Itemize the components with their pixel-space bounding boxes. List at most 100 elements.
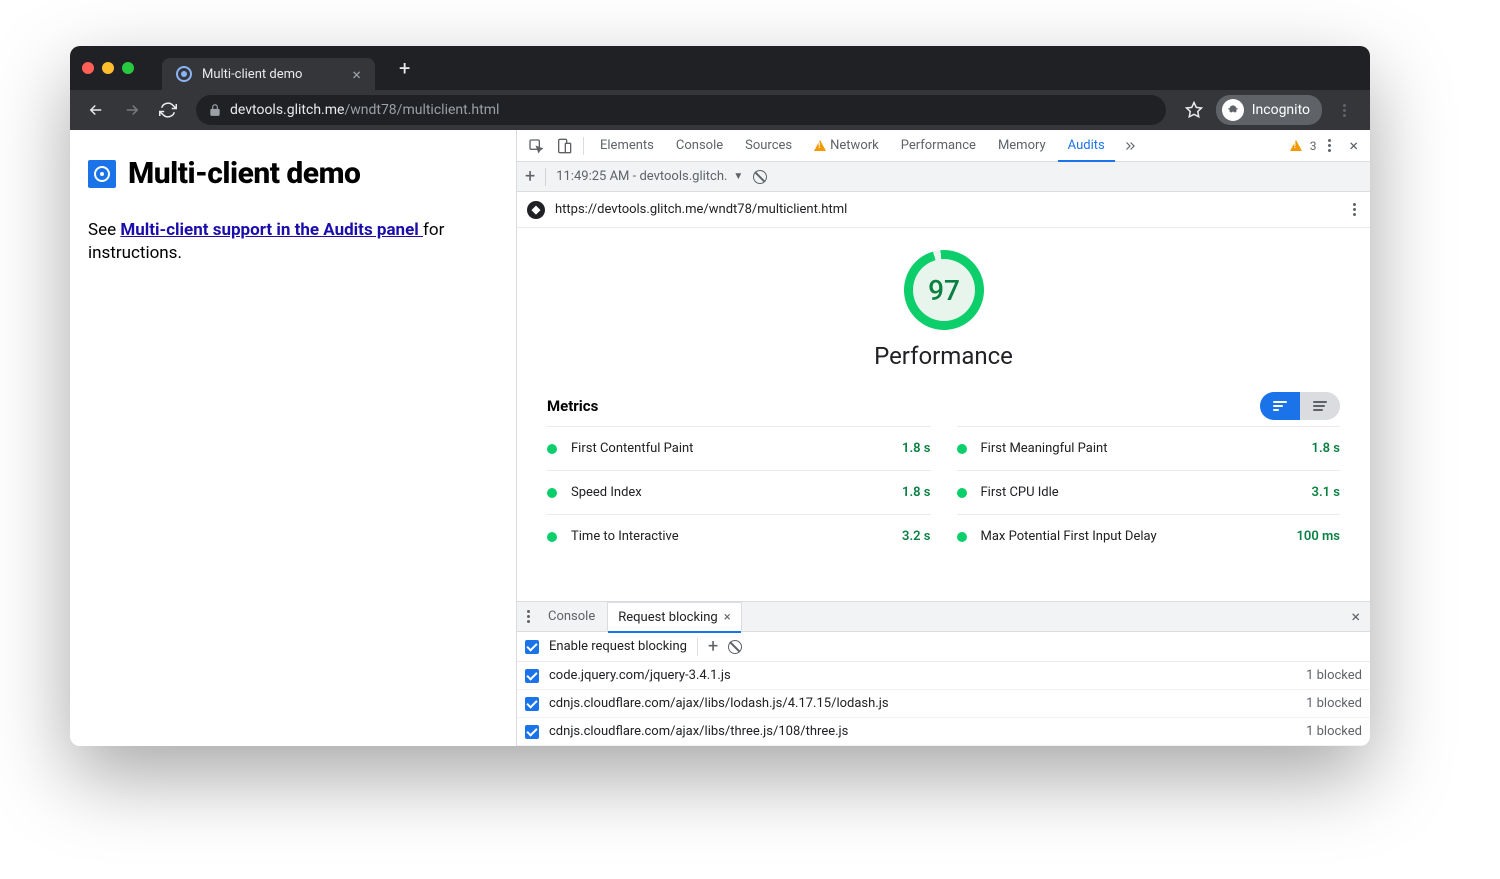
enable-request-blocking-checkbox[interactable] [525, 640, 539, 654]
forward-button[interactable] [116, 94, 148, 126]
pattern-url: cdnjs.cloudflare.com/ajax/libs/three.js/… [549, 724, 848, 739]
pattern-checkbox[interactable] [525, 725, 539, 739]
view-toggle-compact[interactable] [1260, 392, 1300, 420]
tab-sources[interactable]: Sources [735, 130, 802, 162]
enable-request-blocking-label: Enable request blocking [549, 639, 687, 654]
devtools-close-button[interactable]: × [1343, 132, 1364, 159]
audit-target-url: https://devtools.glitch.me/wndt78/multic… [555, 202, 847, 217]
tab-elements[interactable]: Elements [590, 130, 664, 162]
audits-toolbar: + 11:49:25 AM - devtools.glitch. ▼ [517, 162, 1370, 192]
tab-performance[interactable]: Performance [891, 130, 986, 162]
metric-name: First Meaningful Paint [981, 441, 1108, 456]
new-audit-button[interactable]: + [525, 166, 535, 187]
new-tab-button[interactable]: + [391, 52, 418, 84]
caret-down-icon: ▼ [733, 171, 743, 182]
metric-value: 1.8 s [902, 441, 930, 456]
page-paragraph: See Multi-client support in the Audits p… [88, 219, 498, 265]
tab-title: Multi-client demo [202, 67, 302, 82]
performance-label: Performance [874, 342, 1013, 370]
drawer-menu-button[interactable] [521, 606, 536, 627]
tab-memory[interactable]: Memory [988, 130, 1056, 162]
metric-status-dot [547, 532, 557, 542]
remove-all-patterns-button[interactable] [728, 640, 742, 654]
lighthouse-icon: ◆ [527, 201, 545, 219]
metric-value: 3.1 s [1312, 485, 1340, 500]
incognito-icon [1222, 99, 1244, 121]
blocked-patterns-list: code.jquery.com/jquery-3.4.1.js1 blocked… [517, 662, 1370, 746]
reload-button[interactable] [152, 94, 184, 126]
tab-console[interactable]: Console [666, 130, 733, 162]
close-window-button[interactable] [82, 62, 94, 74]
tab-audits[interactable]: Audits [1058, 130, 1115, 162]
tab-network[interactable]: Network [804, 130, 889, 162]
devtools-menu-button[interactable] [1324, 135, 1335, 156]
browser-menu-button[interactable] [1328, 94, 1360, 126]
minimize-window-button[interactable] [102, 62, 114, 74]
blocked-pattern-row[interactable]: cdnjs.cloudflare.com/ajax/libs/three.js/… [517, 718, 1370, 746]
device-toolbar-button[interactable] [551, 133, 577, 159]
metric-row[interactable]: Max Potential First Input Delay100 ms [957, 514, 1341, 558]
metric-status-dot [957, 532, 967, 542]
audit-run-selector[interactable]: 11:49:25 AM - devtools.glitch. ▼ [556, 169, 743, 184]
more-tabs-button[interactable] [1117, 133, 1143, 159]
browser-window: Multi-client demo × + devtools.glitch.me… [70, 46, 1370, 746]
metric-status-dot [957, 444, 967, 454]
drawer-tab-console[interactable]: Console [538, 602, 605, 632]
metrics-view-toggle [1260, 392, 1340, 420]
metric-row[interactable]: Time to Interactive 3.2 s [547, 514, 931, 558]
devtools-tabbar: Elements Console Sources Network Perform… [517, 130, 1370, 162]
incognito-badge[interactable]: Incognito [1216, 95, 1322, 125]
audit-target-row: ◆ https://devtools.glitch.me/wndt78/mult… [517, 192, 1370, 228]
clear-audit-button[interactable] [753, 170, 767, 184]
metric-value: 3.2 s [902, 529, 930, 544]
address-bar: devtools.glitch.me/wndt78/multiclient.ht… [70, 90, 1370, 130]
metric-status-dot [547, 488, 557, 498]
metric-row[interactable]: First Meaningful Paint 1.8 s [957, 426, 1341, 470]
metrics-heading: Metrics [547, 397, 598, 415]
blocked-pattern-row[interactable]: cdnjs.cloudflare.com/ajax/libs/lodash.js… [517, 690, 1370, 718]
performance-score: 97 [928, 274, 960, 307]
metrics-grid: First Contentful Paint1.8 sFirst Meaning… [547, 426, 1340, 558]
metric-name: Speed Index [571, 485, 642, 500]
metric-value: 100 ms [1297, 529, 1341, 544]
view-toggle-detailed[interactable] [1300, 392, 1340, 420]
metric-row[interactable]: First Contentful Paint 1.8 s [547, 426, 931, 470]
page-content: Multi-client demo See Multi-client suppo… [70, 130, 517, 746]
favicon-icon [176, 66, 192, 82]
back-button[interactable] [80, 94, 112, 126]
browser-tab[interactable]: Multi-client demo × [162, 58, 375, 90]
incognito-label: Incognito [1252, 102, 1310, 118]
page-logo-icon [88, 160, 116, 188]
drawer-tab-request-blocking[interactable]: Request blocking × [607, 602, 741, 632]
warning-icon [1290, 140, 1302, 151]
drawer-tabbar: Console Request blocking × × [517, 602, 1370, 632]
page-link[interactable]: Multi-client support in the Audits panel [120, 220, 423, 240]
blocked-pattern-row[interactable]: code.jquery.com/jquery-3.4.1.js1 blocked [517, 662, 1370, 690]
lock-icon [208, 103, 222, 117]
devtools-panel: Elements Console Sources Network Perform… [517, 130, 1370, 746]
bookmark-button[interactable] [1178, 94, 1210, 126]
pattern-url: cdnjs.cloudflare.com/ajax/libs/lodash.js… [549, 696, 889, 711]
metric-name: First Contentful Paint [571, 441, 693, 456]
add-pattern-button[interactable]: + [708, 636, 718, 657]
metric-row[interactable]: Speed Index1.8 s [547, 470, 931, 514]
pattern-blocked-count: 1 blocked [1306, 668, 1362, 683]
metric-name: First CPU Idle [981, 485, 1059, 500]
maximize-window-button[interactable] [122, 62, 134, 74]
drawer-tab-close-icon[interactable]: × [724, 610, 731, 625]
inspect-element-button[interactable] [523, 133, 549, 159]
pattern-blocked-count: 1 blocked [1306, 724, 1362, 739]
pattern-checkbox[interactable] [525, 669, 539, 683]
pattern-checkbox[interactable] [525, 697, 539, 711]
metric-row[interactable]: First CPU Idle 3.1 s [957, 470, 1341, 514]
audit-target-menu[interactable] [1349, 199, 1360, 220]
performance-gauge[interactable]: 97 [900, 247, 987, 334]
warning-icon [814, 140, 826, 151]
url-input[interactable]: devtools.glitch.me/wndt78/multiclient.ht… [196, 95, 1166, 125]
metric-value: 1.8 s [1312, 441, 1340, 456]
drawer-close-button[interactable]: × [1345, 603, 1366, 630]
tab-close-button[interactable]: × [352, 65, 361, 84]
warning-count[interactable]: 3 [1310, 139, 1317, 153]
metric-name: Time to Interactive [571, 529, 679, 544]
metric-status-dot [957, 488, 967, 498]
